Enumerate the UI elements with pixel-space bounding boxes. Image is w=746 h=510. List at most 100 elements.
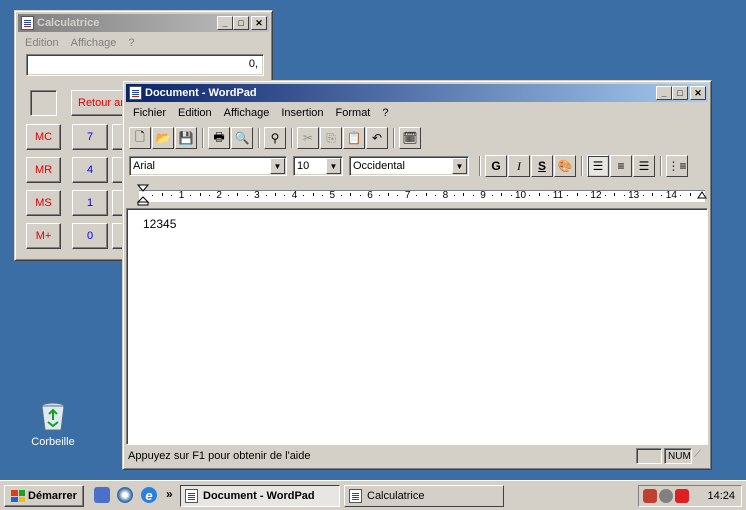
menu-edition[interactable]: Edition: [19, 37, 65, 49]
ruler-tick: [623, 195, 625, 196]
menu-edition[interactable]: Edition: [172, 107, 218, 119]
wordpad-statusbar: Appuyez sur F1 pour obtenir de l'aide NU…: [126, 446, 708, 466]
desktop-icon-recycle-bin[interactable]: Corbeille: [26, 400, 80, 448]
ruler[interactable]: 1 2 3 4 5 6 7 8 9 10 11 12 13 14: [133, 184, 711, 206]
wordpad-app-icon: [129, 86, 142, 100]
ruler-tick: [510, 195, 512, 196]
right-margin-marker-icon[interactable]: [697, 190, 707, 202]
script-select[interactable]: Occidental ▼: [349, 156, 469, 176]
ruler-tick: [614, 193, 616, 196]
internet-explorer-icon[interactable]: e: [141, 487, 157, 503]
ruler-tick: [604, 195, 606, 196]
digit-4-button[interactable]: 4: [72, 157, 108, 183]
quicklaunch-overflow-chevron[interactable]: »: [166, 487, 173, 501]
start-button[interactable]: Démarrer: [4, 485, 84, 507]
minimize-button[interactable]: _: [217, 16, 233, 30]
close-button[interactable]: ✕: [251, 16, 267, 30]
find-binoculars-icon[interactable]: ⚲: [264, 127, 286, 149]
chevron-down-icon[interactable]: ▼: [452, 158, 467, 174]
ruler-tick: [463, 193, 465, 196]
menu-help[interactable]: ?: [376, 107, 394, 119]
security-icon[interactable]: [659, 489, 673, 503]
ruler-tick: [388, 193, 390, 196]
insert-datetime-icon[interactable]: 🗓: [399, 127, 421, 149]
undo-icon[interactable]: ↶: [366, 127, 388, 149]
show-desktop-icon[interactable]: [94, 487, 110, 503]
digit-1-button[interactable]: 1: [72, 190, 108, 216]
format-toolbar: Arial ▼ 10 ▼ Occidental ▼ G I S 🎨 ☰ ≡ ☰ …: [129, 153, 689, 179]
align-left-icon[interactable]: ☰: [587, 155, 609, 177]
ruler-tick: [350, 193, 352, 196]
indent-marker-icon[interactable]: [137, 184, 149, 206]
digit-7-button[interactable]: 7: [72, 124, 108, 150]
align-right-icon[interactable]: ☰: [633, 155, 655, 177]
italic-button[interactable]: I: [508, 155, 530, 177]
ruler-tick: [199, 193, 201, 196]
network-icon[interactable]: [643, 489, 657, 503]
calculator-title: Calculatrice: [37, 17, 100, 29]
maximize-button[interactable]: □: [233, 16, 249, 30]
wordpad-titlebar[interactable]: Document - WordPad _ □ ✕: [126, 84, 708, 102]
font-name-select[interactable]: Arial ▼: [129, 156, 287, 176]
calculator-app-icon: [349, 489, 362, 503]
ruler-tick: [284, 195, 286, 196]
status-num: NUM: [664, 448, 692, 464]
close-button[interactable]: ✕: [690, 86, 706, 100]
digit-0-button[interactable]: 0: [72, 223, 108, 249]
maximize-button[interactable]: □: [672, 86, 688, 100]
underline-button[interactable]: S: [531, 155, 553, 177]
print-icon[interactable]: 🖶: [208, 127, 230, 149]
document-editor[interactable]: 12345: [126, 208, 708, 445]
task-calculatrice[interactable]: Calculatrice: [344, 485, 504, 507]
ruler-tick: [661, 195, 663, 196]
color-palette-icon[interactable]: 🎨: [554, 155, 576, 177]
bold-button[interactable]: G: [485, 155, 507, 177]
ruler-tick: [161, 193, 163, 196]
menu-affichage[interactable]: Affichage: [65, 37, 123, 49]
ruler-tick: [246, 195, 248, 196]
menu-format[interactable]: Format: [330, 107, 377, 119]
align-center-icon[interactable]: ≡: [610, 155, 632, 177]
taskbar: Démarrer e » Document - WordPad Calculat…: [0, 480, 746, 510]
calculator-menubar: Edition Affichage ?: [19, 34, 140, 52]
menu-insertion[interactable]: Insertion: [275, 107, 329, 119]
ruler-number: 1: [178, 190, 185, 201]
print-preview-icon[interactable]: 🔍: [231, 127, 253, 149]
chevron-down-icon[interactable]: ▼: [270, 158, 285, 174]
save-disk-icon[interactable]: 💾: [175, 127, 197, 149]
font-size-select[interactable]: 10 ▼: [293, 156, 343, 176]
mr-button[interactable]: MR: [26, 157, 61, 183]
menu-fichier[interactable]: Fichier: [127, 107, 172, 119]
status-panel-empty: [636, 448, 662, 464]
ruler-tick: [491, 195, 493, 196]
menu-affichage[interactable]: Affichage: [218, 107, 276, 119]
ruler-tick: [227, 195, 229, 196]
paste-icon[interactable]: 📋: [343, 127, 365, 149]
bullets-icon[interactable]: ⋮≡: [666, 155, 688, 177]
ms-button[interactable]: MS: [26, 190, 61, 216]
open-folder-icon[interactable]: 📂: [152, 127, 174, 149]
wordpad-app-icon: [185, 489, 198, 503]
media-player-icon[interactable]: [117, 487, 133, 503]
antivirus-icon[interactable]: [675, 489, 689, 503]
m-plus-button[interactable]: M+: [26, 223, 61, 249]
chevron-down-icon[interactable]: ▼: [326, 158, 341, 174]
mc-button[interactable]: MC: [26, 124, 61, 150]
new-document-icon[interactable]: 🗋: [129, 127, 151, 149]
ruler-tick: [538, 193, 540, 196]
ruler-tick: [152, 195, 154, 196]
ruler-tick: [359, 195, 361, 196]
ruler-number: 2: [216, 190, 222, 201]
menu-help[interactable]: ?: [122, 37, 140, 49]
ruler-tick: [274, 193, 276, 196]
wordpad-window: Document - WordPad _ □ ✕ Fichier Edition…: [122, 80, 712, 470]
ruler-number: 5: [329, 190, 336, 201]
copy-icon[interactable]: ⎘: [320, 127, 342, 149]
start-label: Démarrer: [28, 490, 77, 502]
cut-icon[interactable]: ✂: [297, 127, 319, 149]
resize-grip-icon[interactable]: ⟋: [694, 449, 708, 463]
task-wordpad[interactable]: Document - WordPad: [180, 485, 340, 507]
ruler-tick: [585, 195, 587, 196]
calculator-titlebar[interactable]: Calculatrice _ □ ✕: [18, 14, 269, 32]
minimize-button[interactable]: _: [656, 86, 672, 100]
